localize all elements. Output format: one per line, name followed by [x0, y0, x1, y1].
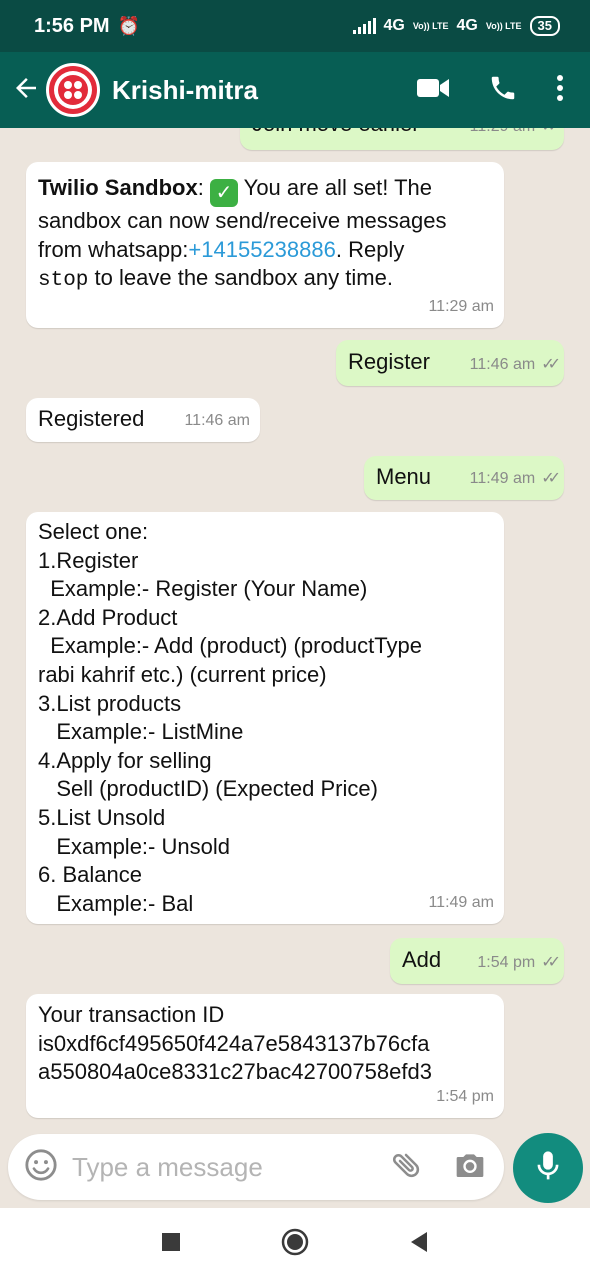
- emoji-icon[interactable]: [24, 1148, 58, 1187]
- network-type-1: 4G: [383, 17, 405, 34]
- network-type-2: 4G: [456, 17, 478, 34]
- more-vert-icon[interactable]: [556, 74, 564, 107]
- message-incoming[interactable]: Your transaction ID is0xdf6cf495650f424a…: [26, 994, 504, 1118]
- status-icons: 4G Vo)) LTE 4G Vo)) LTE 35: [352, 16, 560, 36]
- message-text: Select one: 1.Register Example:- Registe…: [38, 519, 422, 916]
- check-mark-icon: ✓: [209, 179, 238, 207]
- message-outgoing[interactable]: Menu 11:49 am ✓✓: [364, 456, 564, 500]
- nav-recents-icon[interactable]: [161, 1232, 181, 1257]
- camera-icon[interactable]: [454, 1150, 486, 1185]
- message-outgoing[interactable]: Register 11:46 am ✓✓: [336, 340, 564, 386]
- system-nav-bar: [0, 1208, 590, 1280]
- message-text: Your transaction ID is0xdf6cf495650f424a…: [38, 1002, 432, 1085]
- message-time: 1:54 pm: [436, 1088, 494, 1106]
- message-time: 11:46 am: [184, 412, 250, 430]
- message-outgoing[interactable]: Join move earlier 11:29 am ✓✓: [240, 128, 564, 150]
- message-text: Twilio Sandbox: ✓ You are all set! The s…: [38, 175, 447, 293]
- chat-header: Krishi-mitra: [0, 52, 590, 128]
- muted-alarm-icon: ⏰: [117, 15, 141, 36]
- mic-icon: [533, 1149, 563, 1188]
- nav-back-icon[interactable]: [409, 1231, 429, 1258]
- message-input[interactable]: Type a message: [72, 1152, 390, 1183]
- message-text: Join move earlier: [252, 128, 420, 139]
- chat-title[interactable]: Krishi-mitra: [112, 75, 258, 106]
- message-time: 11:49 am: [469, 470, 536, 488]
- message-outgoing[interactable]: Add 1:54 pm ✓✓: [390, 938, 564, 984]
- attach-icon[interactable]: [390, 1148, 424, 1187]
- message-time: 11:49 am: [428, 894, 494, 912]
- back-arrow-icon[interactable]: [6, 73, 46, 108]
- status-bar: 1:56 PM ⏰ 4G Vo)) LTE 4G Vo)) LTE 35: [0, 0, 590, 52]
- chat-area[interactable]: Join move earlier 11:29 am ✓✓ Twilio Sand…: [0, 128, 590, 1128]
- message-text: Registered: [38, 406, 145, 431]
- message-composer[interactable]: Type a message: [8, 1134, 504, 1200]
- volte-icon-2: Vo)) LTE: [485, 20, 522, 31]
- message-incoming[interactable]: Select one: 1.Register Example:- Registe…: [26, 512, 504, 924]
- mic-button[interactable]: [513, 1133, 583, 1203]
- message-time: 1:54 pm: [477, 954, 536, 972]
- battery-icon: 35: [529, 16, 560, 36]
- twilio-logo-icon[interactable]: [46, 63, 100, 117]
- volte-icon-1: Vo)) LTE: [412, 20, 449, 31]
- message-time: 11:29 am: [428, 298, 494, 316]
- sender-name: Twilio Sandbox: [38, 175, 198, 200]
- video-call-icon[interactable]: [416, 76, 450, 105]
- read-ticks-icon: ✓✓: [541, 470, 561, 488]
- signal-icon: [352, 18, 376, 34]
- message-incoming[interactable]: Twilio Sandbox: ✓ You are all set! The s…: [26, 162, 504, 328]
- read-ticks-icon: ✓✓: [541, 356, 561, 374]
- message-text: Menu: [376, 464, 432, 489]
- message-incoming[interactable]: Registered 11:46 am: [26, 398, 260, 442]
- message-time: 11:46 am: [469, 356, 536, 374]
- nav-home-icon[interactable]: [281, 1228, 309, 1261]
- phone-link[interactable]: +14155238886: [188, 237, 335, 262]
- message-time: 11:29 am: [470, 128, 536, 142]
- message-text: Add: [402, 947, 442, 972]
- read-ticks-icon: ✓✓: [541, 954, 561, 972]
- read-ticks-icon: ✓✓: [541, 128, 561, 142]
- message-text: Register: [348, 349, 430, 374]
- status-time: 1:56 PM: [34, 14, 110, 37]
- phone-icon[interactable]: [488, 73, 518, 108]
